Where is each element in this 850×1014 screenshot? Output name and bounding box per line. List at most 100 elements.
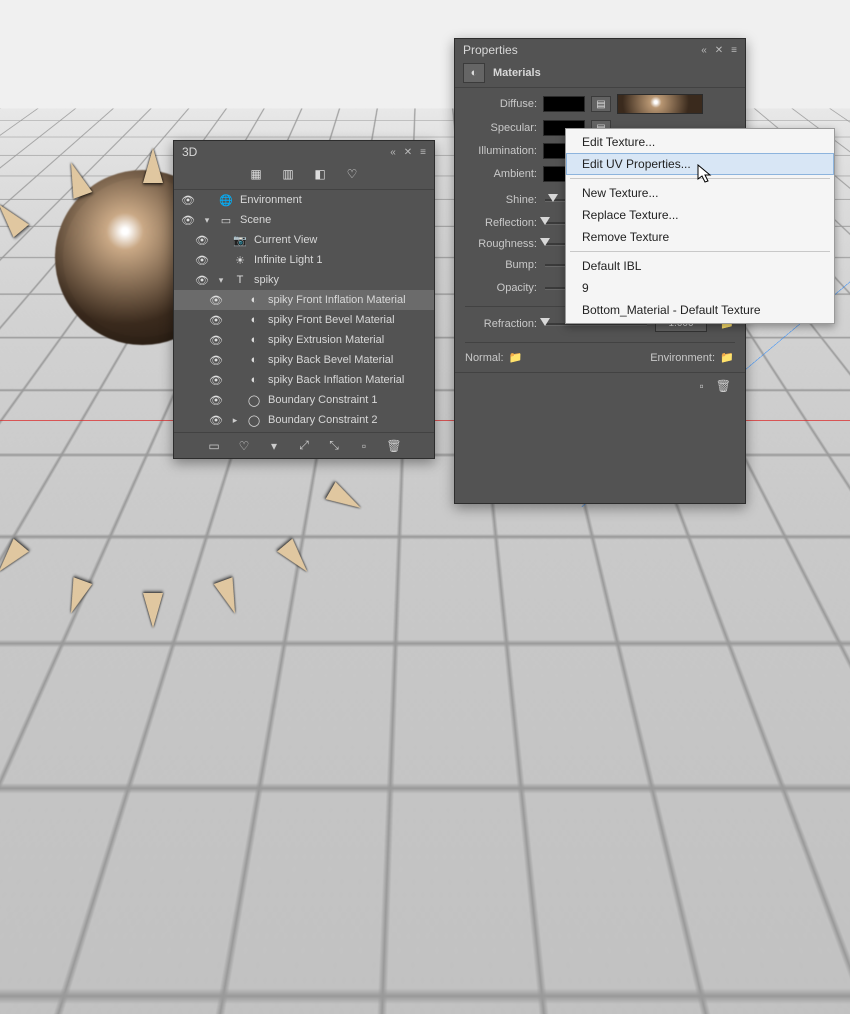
diffuse-color-swatch[interactable]	[543, 96, 585, 112]
tree-row[interactable]: 👁 ◐ spiky Front Bevel Material	[174, 310, 434, 330]
panel-menu-icon[interactable]: ≡	[418, 146, 428, 159]
label-roughness: Roughness:	[465, 238, 537, 250]
visibility-toggle-icon[interactable]: 👁	[180, 214, 196, 227]
panel-3d: 3D « ✕ ≡ ▦ ▥ ◧ ♡ 👁🌐Environment👁▾▭Scene👁📷…	[173, 140, 435, 459]
footer-scale2-icon[interactable]: ⤡	[325, 438, 343, 453]
divider	[465, 342, 735, 343]
material-icon: ◐	[246, 373, 262, 387]
menu-item[interactable]: Replace Texture...	[566, 204, 834, 226]
menu-item[interactable]: Bottom_Material - Default Texture	[566, 299, 834, 321]
footer-page-icon[interactable]: ▭	[205, 439, 223, 453]
globe-icon: 🌐	[218, 193, 234, 207]
tree-row[interactable]: 👁 ☀ Infinite Light 1	[174, 250, 434, 270]
visibility-toggle-icon[interactable]: 👁	[180, 194, 196, 207]
material-icon: ◐	[246, 333, 262, 347]
tree-row-label: Infinite Light 1	[254, 254, 430, 266]
diffuse-texture-preview[interactable]	[617, 94, 703, 114]
tree-row-label: Boundary Constraint 1	[268, 394, 430, 406]
tree-row[interactable]: 👁▸◯Boundary Constraint 2	[174, 410, 434, 430]
footer-new-icon[interactable]: ▫	[355, 439, 373, 453]
tree-row-label: spiky Back Bevel Material	[268, 354, 430, 366]
label-refraction: Refraction:	[465, 318, 537, 330]
visibility-toggle-icon[interactable]: 👁	[208, 414, 224, 427]
tree-row[interactable]: 👁🌐Environment	[174, 190, 434, 210]
panel-collapse-icon[interactable]: «	[699, 44, 709, 57]
scene-tree: 👁🌐Environment👁▾▭Scene👁📷Current View👁☀Inf…	[174, 190, 434, 432]
twisty-icon[interactable]: ▾	[216, 275, 226, 286]
label-reflection: Reflection:	[465, 217, 537, 229]
subheader-label: Materials	[493, 67, 541, 79]
material-icon: ◐	[246, 313, 262, 327]
panel-properties-footer: ▫ 🗑	[455, 372, 745, 399]
filter-texture-icon[interactable]: ▦	[247, 166, 265, 182]
subheader-materials: ◐ Materials	[455, 59, 745, 88]
tree-row-label: Scene	[240, 214, 430, 226]
text3d-icon: T	[232, 273, 248, 287]
environment-folder-icon[interactable]: 📁	[719, 351, 735, 364]
tree-row-label: spiky Back Inflation Material	[268, 374, 430, 386]
visibility-toggle-icon[interactable]: 👁	[208, 374, 224, 387]
label-shine: Shine:	[465, 194, 537, 206]
menu-item[interactable]: Remove Texture	[566, 226, 834, 248]
label-opacity: Opacity:	[465, 282, 537, 294]
menu-item[interactable]: Edit Texture...	[566, 131, 834, 153]
panel-properties-title: Properties	[463, 43, 518, 57]
visibility-toggle-icon[interactable]: 👁	[208, 334, 224, 347]
visibility-toggle-icon[interactable]: 👁	[208, 354, 224, 367]
label-environment: Environment:	[650, 352, 715, 364]
menu-item[interactable]: Default IBL	[566, 255, 834, 277]
row-diffuse: Diffuse: ▤	[465, 94, 735, 114]
filter-mesh-icon[interactable]: ▥	[279, 166, 297, 182]
footer-light-icon[interactable]: ♡	[235, 439, 253, 453]
panel-3d-title: 3D	[182, 145, 197, 159]
footer-down-icon[interactable]: ▾	[265, 439, 283, 453]
label-ambient: Ambient:	[465, 168, 537, 180]
filter-material-icon[interactable]: ◧	[311, 166, 329, 182]
sun-icon: ☀	[232, 253, 248, 267]
visibility-toggle-icon[interactable]: 👁	[208, 394, 224, 407]
visibility-toggle-icon[interactable]: 👁	[194, 254, 210, 267]
tree-row[interactable]: 👁 ◐ spiky Extrusion Material	[174, 330, 434, 350]
label-normal: Normal:	[465, 352, 504, 364]
constraint-icon: ◯	[246, 393, 262, 407]
materials-category-icon[interactable]: ◐	[463, 63, 485, 83]
scene-icon: ▭	[218, 213, 234, 227]
footer-trash-icon[interactable]: 🗑	[716, 379, 731, 393]
filter-light-icon[interactable]: ♡	[343, 166, 361, 182]
panel-3d-toolbar: ▦ ▥ ◧ ♡	[174, 161, 434, 190]
tree-row[interactable]: 👁◐spiky Front Inflation Material	[174, 290, 434, 310]
footer-trash-icon[interactable]: 🗑	[385, 439, 403, 453]
panel-menu-icon[interactable]: ≡	[729, 44, 739, 57]
label-illumination: Illumination:	[465, 145, 537, 157]
tree-row[interactable]: 👁📷Current View	[174, 230, 434, 250]
menu-item[interactable]: 9	[566, 277, 834, 299]
tree-row[interactable]: 👁◐spiky Back Bevel Material	[174, 350, 434, 370]
footer-scale1-icon[interactable]: ⤢	[295, 438, 313, 453]
tree-row-label: spiky Extrusion Material	[268, 334, 430, 346]
panel-properties-header[interactable]: Properties « ✕ ≡	[455, 39, 745, 59]
tree-row[interactable]: 👁▾Tspiky	[174, 270, 434, 290]
visibility-toggle-icon[interactable]: 👁	[194, 274, 210, 287]
twisty-icon[interactable]: ▾	[202, 215, 212, 226]
panel-close-icon[interactable]: ✕	[402, 146, 414, 159]
texture-context-menu: Edit Texture...Edit UV Properties...New …	[565, 128, 835, 324]
tree-row-label: spiky Front Bevel Material	[268, 314, 430, 326]
visibility-toggle-icon[interactable]: 👁	[194, 234, 210, 247]
panel-3d-header[interactable]: 3D « ✕ ≡	[174, 141, 434, 161]
tree-row[interactable]: 👁 ◐ spiky Back Inflation Material	[174, 370, 434, 390]
label-diffuse: Diffuse:	[465, 98, 537, 110]
twisty-icon[interactable]: ▸	[230, 415, 240, 426]
tree-row[interactable]: 👁 ◯ Boundary Constraint 1	[174, 390, 434, 410]
tree-row-label: Boundary Constraint 2	[268, 414, 430, 426]
tree-row-label: spiky Front Inflation Material	[268, 294, 430, 306]
diffuse-texture-menu-button[interactable]: ▤	[591, 96, 611, 112]
visibility-toggle-icon[interactable]: 👁	[208, 314, 224, 327]
visibility-toggle-icon[interactable]: 👁	[208, 294, 224, 307]
normal-folder-icon[interactable]: 📁	[508, 351, 524, 364]
tree-row[interactable]: 👁 ▾ ▭ Scene	[174, 210, 434, 230]
footer-new-icon[interactable]: ▫	[700, 379, 704, 393]
panel-close-icon[interactable]: ✕	[713, 44, 725, 57]
menu-item[interactable]: New Texture...	[566, 182, 834, 204]
panel-collapse-icon[interactable]: «	[388, 146, 398, 159]
camera-icon: 📷	[232, 233, 248, 247]
